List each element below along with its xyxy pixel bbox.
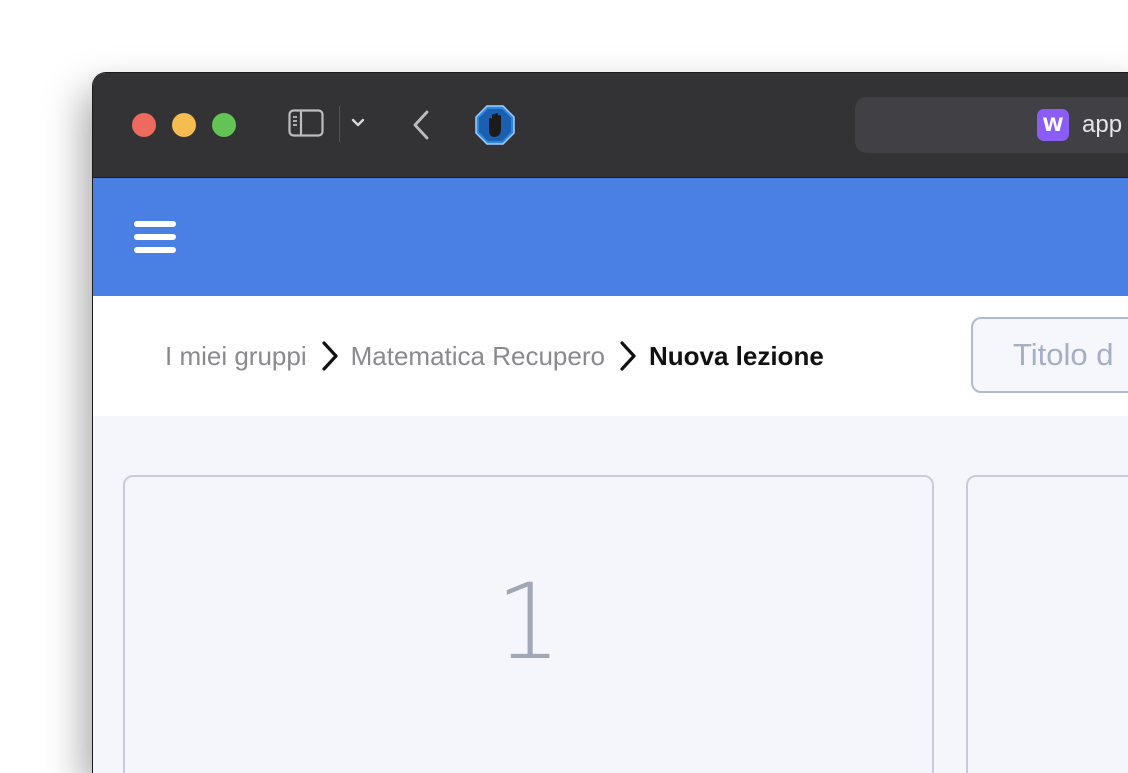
adblock-hand-icon[interactable]	[475, 105, 515, 145]
breadcrumb: I miei gruppi Matematica Recupero Nuova …	[165, 336, 824, 376]
breadcrumb-bar: I miei gruppi Matematica Recupero Nuova …	[93, 296, 1128, 416]
main-content: 1	[93, 416, 1128, 773]
breadcrumb-item-gruppi[interactable]: I miei gruppi	[165, 341, 307, 372]
lesson-title-input[interactable]	[971, 317, 1128, 393]
browser-window: W app I miei gruppi Matematica Recupero …	[92, 72, 1128, 773]
minimize-window-button[interactable]	[172, 113, 196, 137]
slide-card[interactable]	[966, 475, 1128, 773]
close-window-button[interactable]	[132, 113, 156, 137]
hamburger-menu-icon[interactable]	[134, 219, 176, 255]
slide-number: 1	[495, 561, 562, 683]
toolbar-divider	[339, 106, 340, 142]
slide-card[interactable]: 1	[123, 475, 934, 773]
sidebar-toggle-icon[interactable]	[288, 109, 324, 137]
zoom-window-button[interactable]	[212, 113, 236, 137]
breadcrumb-item-current: Nuova lezione	[648, 340, 824, 371]
chevron-right-icon	[322, 341, 338, 371]
browser-titlebar: W app	[93, 73, 1128, 178]
address-bar[interactable]: W app	[855, 97, 1128, 153]
site-favicon: W	[1037, 109, 1069, 141]
back-arrow-icon[interactable]	[409, 109, 433, 141]
url-text[interactable]: app	[1082, 111, 1122, 139]
chevron-down-icon[interactable]	[350, 115, 366, 131]
chevron-right-icon	[620, 341, 636, 371]
app-header	[93, 178, 1128, 296]
breadcrumb-item-matematica[interactable]: Matematica Recupero	[351, 341, 605, 372]
